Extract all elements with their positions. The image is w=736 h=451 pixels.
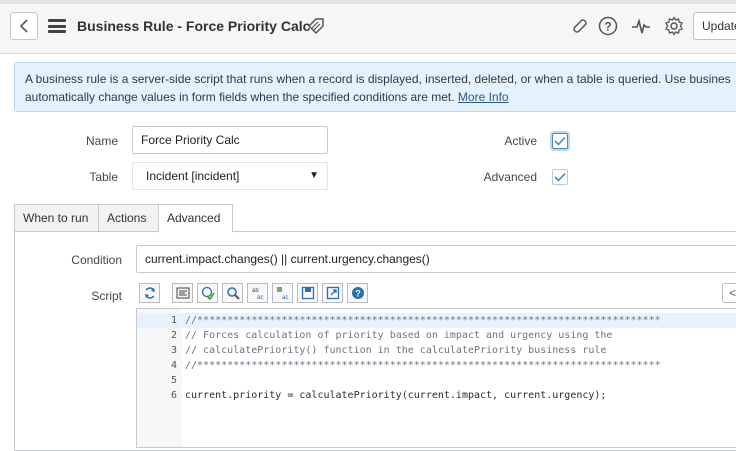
line-number: 1 — [170, 315, 177, 326]
collapse-arrow-icon[interactable]: < — [722, 283, 736, 303]
svg-text:?: ? — [604, 20, 611, 34]
check-syntax-icon[interactable] — [197, 283, 218, 303]
code-line[interactable]: 4 //*************************************… — [137, 358, 736, 373]
search-icon[interactable] — [222, 283, 243, 303]
table-label: Table — [89, 170, 118, 184]
name-label: Name — [85, 134, 118, 148]
banner-text-line1: A business rule is a server-side script … — [25, 72, 731, 86]
code-text: current.priority = calculatePriority(cur… — [185, 390, 607, 401]
menu-icon[interactable] — [48, 19, 66, 33]
script-editor[interactable]: 1 //*************************************… — [136, 308, 736, 448]
info-banner: A business rule is a server-side script … — [14, 62, 736, 112]
checkmark-icon — [554, 172, 566, 182]
name-input[interactable]: Force Priority Calc — [132, 126, 328, 154]
tag-icon[interactable] — [306, 16, 326, 39]
replace-all-icon[interactable]: ac — [272, 283, 293, 303]
code-line[interactable]: 3 // calculatePriority() function in the … — [137, 343, 736, 358]
code-text: //**************************************… — [185, 360, 661, 371]
code-text: //**************************************… — [185, 315, 661, 326]
script-toolbar: ab ac ac ? — [139, 283, 372, 305]
line-number: 2 — [170, 330, 177, 341]
form-header: Business Rule - Force Priority Calc ? Up… — [0, 0, 736, 54]
condition-input[interactable]: current.impact.changes() || current.urge… — [136, 245, 736, 273]
active-label: Active — [504, 134, 537, 148]
replace-icon[interactable]: ab ac — [247, 283, 268, 303]
toggle-syntax-icon[interactable] — [139, 283, 160, 303]
line-number: 4 — [170, 360, 177, 371]
update-button[interactable]: Update — [693, 12, 736, 40]
page-title: Business Rule - Force Priority Calc — [77, 18, 311, 34]
back-button[interactable] — [10, 12, 38, 40]
code-text: // calculatePriority() function in the c… — [185, 345, 607, 356]
checkmark-icon — [554, 136, 566, 146]
table-select[interactable]: Incident [incident] ▼ — [132, 162, 328, 190]
active-checkbox[interactable] — [552, 133, 568, 149]
svg-text:?: ? — [355, 289, 361, 299]
table-select-value: Incident [incident] — [146, 169, 240, 183]
script-label: Script — [91, 289, 122, 303]
svg-text:ac: ac — [282, 295, 288, 300]
chevron-down-icon: ▼ — [309, 170, 319, 181]
code-line[interactable]: 2 // Forces calculation of priority based… — [137, 328, 736, 343]
code-line[interactable]: 5 — [137, 373, 736, 388]
activity-icon[interactable] — [631, 16, 651, 39]
paperclip-icon[interactable] — [569, 16, 589, 39]
advanced-checkbox[interactable] — [552, 169, 568, 185]
tab-when-to-run[interactable]: When to run — [14, 204, 99, 232]
line-number: 5 — [170, 375, 177, 386]
top-divider — [0, 0, 736, 4]
line-number: 6 — [170, 390, 177, 401]
code-line[interactable]: 1 //*************************************… — [137, 313, 736, 328]
code-line[interactable]: 6 current.priority = calculatePriority(cu… — [137, 388, 736, 403]
help-icon[interactable]: ? — [598, 16, 618, 39]
svg-text:ac: ac — [257, 295, 263, 300]
tab-advanced[interactable]: Advanced — [158, 204, 233, 233]
gear-icon[interactable] — [664, 16, 684, 39]
banner-text-line2: automatically change values in form fiel… — [25, 90, 455, 104]
fullscreen-icon[interactable] — [322, 283, 343, 303]
back-arrow-icon — [19, 19, 28, 33]
code-text: // Forces calculation of priority based … — [185, 330, 613, 341]
help-icon[interactable]: ? — [347, 283, 368, 303]
line-number: 3 — [170, 345, 177, 356]
more-info-link[interactable]: More Info — [458, 90, 509, 104]
format-code-icon[interactable] — [172, 283, 193, 303]
save-icon[interactable] — [297, 283, 318, 303]
svg-text:ab: ab — [252, 288, 259, 294]
advanced-label: Advanced — [483, 170, 537, 184]
condition-label: Condition — [71, 253, 122, 267]
tab-actions[interactable]: Actions — [98, 204, 159, 232]
